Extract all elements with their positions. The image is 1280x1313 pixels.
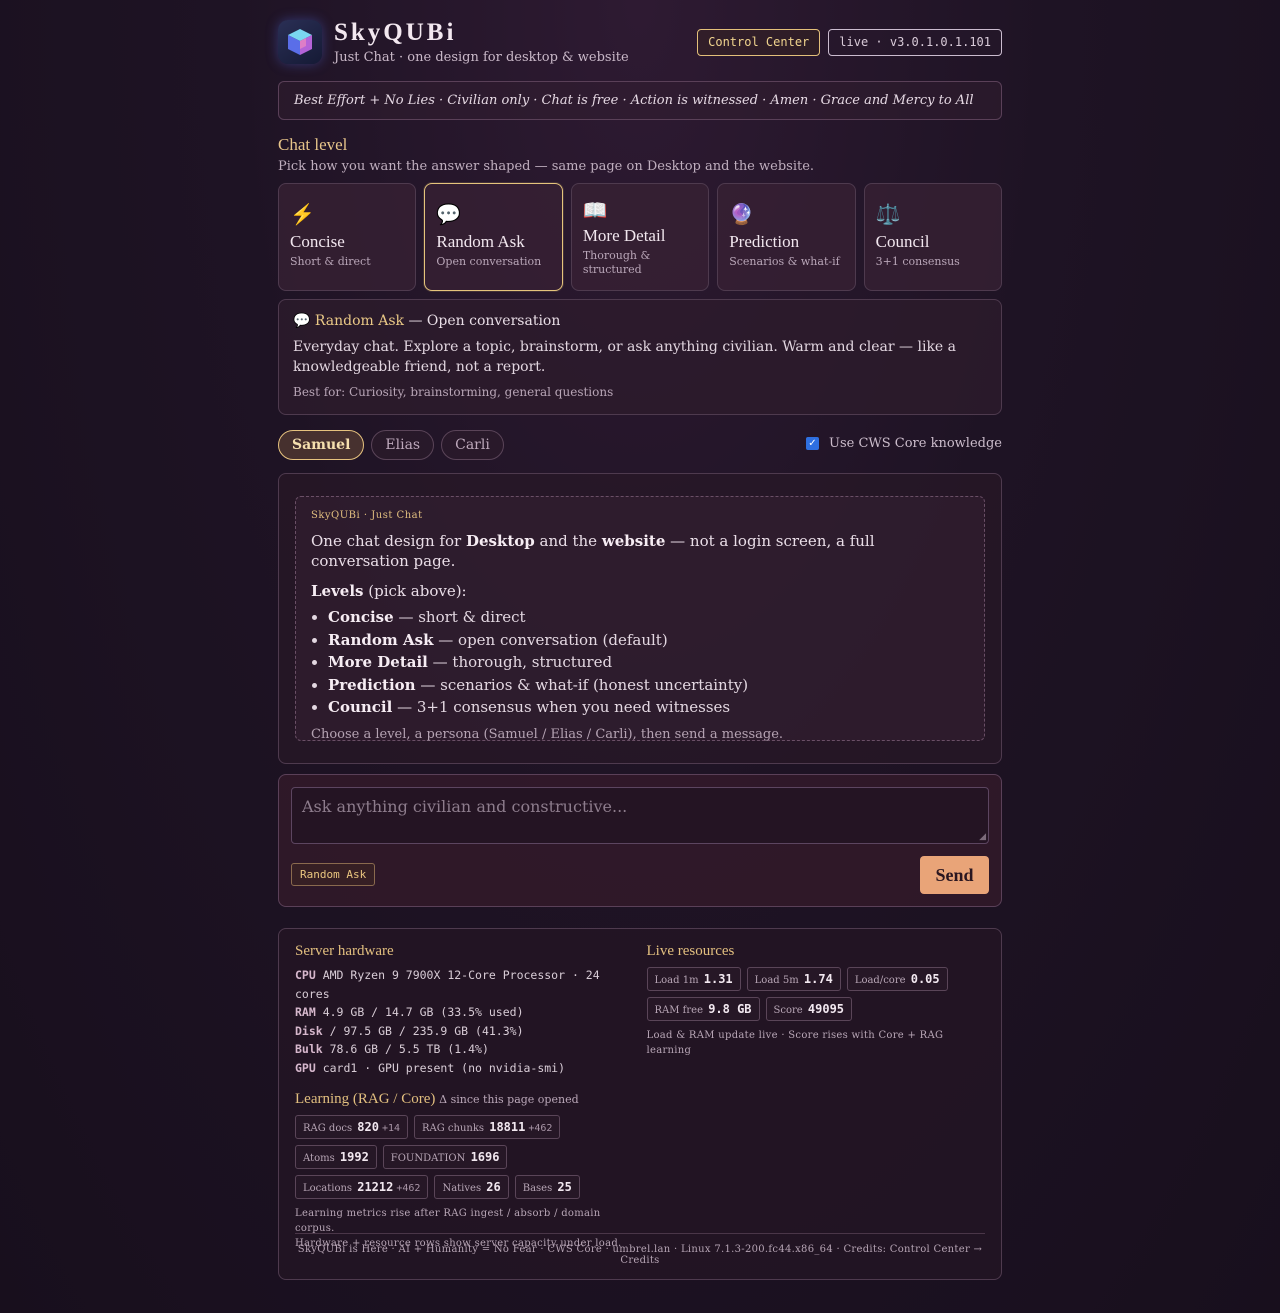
version-badge: live · v3.0.1.0.1.101	[828, 29, 1002, 56]
page-footer: SkyQUBi is Here · AI + Humanity = No Fea…	[295, 1233, 985, 1266]
level-name: More Detail	[582, 226, 666, 245]
list-item: Prediction — scenarios & what-if (honest…	[328, 674, 969, 697]
metric-badge-bases: Bases 25	[514, 1175, 580, 1199]
message-input[interactable]: Ask anything civilian and constructive..…	[291, 787, 989, 844]
app-title: SkyQUBi	[334, 19, 457, 46]
level-card-random-ask[interactable]: 💬 Random Ask Open conversation	[424, 183, 563, 291]
list-item: Concise — short & direct	[328, 606, 969, 629]
message-input-placeholder: Ask anything civilian and constructive..…	[302, 797, 628, 816]
hardware-row-disk: Disk / 97.5 GB / 235.9 GB (41.3%)	[295, 1023, 524, 1038]
level-desc: 3+1 consensus	[875, 255, 960, 268]
level-info-panel: 💬 Random Ask — Open conversation Everyda…	[278, 299, 1002, 415]
level-name: Random Ask	[436, 232, 525, 251]
hardware-row-bulk: Bulk 78.6 GB / 5.5 TB (1.4%)	[295, 1042, 489, 1056]
persona-chip-elias[interactable]: Elias	[371, 429, 435, 460]
metric-badge-foundation: FOUNDATION 1696	[382, 1145, 508, 1169]
message-levels-heading: Levels (pick above):	[311, 582, 467, 600]
chat-level-subtitle: Pick how you want the answer shaped — sa…	[278, 159, 815, 174]
chat-level-title: Chat level	[278, 135, 348, 154]
metric-badge-rag-chunks: RAG chunks 18811 +462	[414, 1115, 561, 1139]
persona-chip-samuel[interactable]: Samuel	[278, 429, 365, 460]
app-root: SkyQUBi Just Chat · one design for deskt…	[278, 0, 1003, 1280]
list-item: Council — 3+1 consensus when you need wi…	[328, 696, 969, 719]
stats-panel: Server hardware CPU AMD Ryzen 9 7900X 12…	[278, 928, 1002, 1280]
server-hardware-title: Server hardware	[295, 943, 394, 959]
level-card-council[interactable]: ⚖️ Council 3+1 consensus	[863, 183, 1003, 291]
assistant-message: SkyQUBi · Just Chat One chat design for …	[295, 496, 985, 742]
cube-logo-icon	[278, 20, 322, 64]
cws-core-toggle[interactable]: ✓ Use CWS Core knowledge	[805, 436, 1002, 451]
metric-badge-score: Score 49095	[765, 997, 853, 1021]
persona-selector: Samuel Elias Carli ✓ Use CWS Core knowle…	[278, 429, 1002, 460]
level-card-prediction[interactable]: 🔮 Prediction Scenarios & what-if	[717, 183, 856, 291]
control-center-button[interactable]: Control Center	[697, 29, 821, 56]
speech-bubble-icon: 💬	[293, 313, 311, 329]
learning-title: Learning (RAG / Core) Δ since this page …	[295, 1091, 579, 1107]
crystal-ball-icon: 🔮	[729, 202, 755, 226]
open-book-icon: 📖	[582, 198, 608, 222]
level-desc: Thorough & structured	[582, 249, 651, 276]
conversation-panel: SkyQUBi · Just Chat One chat design for …	[278, 473, 1002, 764]
list-item: Random Ask — open conversation (default)	[328, 629, 969, 652]
metric-badge-atoms: Atoms 1992	[295, 1145, 377, 1169]
level-name: Concise	[290, 232, 345, 251]
current-mode-tag: Random Ask	[291, 863, 376, 886]
app-subtitle: Just Chat · one design for desktop & web…	[334, 50, 629, 65]
compose-panel: Ask anything civilian and constructive..…	[278, 774, 1002, 907]
level-card-concise[interactable]: ⚡ Concise Short & direct	[278, 183, 417, 291]
level-info-tagline: — Open conversation	[408, 313, 561, 329]
message-intro: One chat design for Desktop and the webs…	[311, 532, 875, 570]
lightning-icon: ⚡	[290, 202, 315, 226]
level-selector: ⚡ Concise Short & direct 💬 Random Ask Op…	[278, 183, 1003, 291]
live-note: Load & RAM update live · Score rises wit…	[646, 1030, 944, 1056]
resize-grip-icon[interactable]: ◢	[979, 832, 986, 842]
metric-badge-ram-free: RAM free 9.8 GB	[646, 997, 760, 1021]
level-card-more-detail[interactable]: 📖 More Detail Thorough & structured	[570, 183, 710, 291]
header: SkyQUBi Just Chat · one design for deskt…	[278, 18, 1002, 70]
metric-badge-natives: Natives 26	[434, 1175, 509, 1199]
level-desc: Short & direct	[290, 255, 371, 268]
hardware-row-gpu: GPU card1 · GPU present (no nvidia-smi)	[295, 1060, 566, 1075]
hardware-row-cpu: CPU AMD Ryzen 9 7900X 12-Core Processor …	[295, 968, 600, 1001]
level-info-heading: 💬 Random Ask — Open conversation	[293, 313, 987, 329]
metric-badge-rag-docs: RAG docs 820 +14	[295, 1115, 409, 1139]
learning-badges: RAG docs 820 +14 RAG chunks 18811 +462 Ato…	[295, 1115, 631, 1199]
send-button[interactable]: Send	[920, 856, 989, 894]
metric-badge-load-1m: Load 1m 1.31	[646, 967, 741, 991]
persona-chip-carli[interactable]: Carli	[441, 429, 504, 460]
level-info-body: Everyday chat. Explore a topic, brainsto…	[293, 339, 957, 375]
message-tag: SkyQUBi · Just Chat	[311, 510, 423, 521]
scales-icon: ⚖️	[875, 202, 901, 226]
metric-badge-locations: Locations 21212 +462	[295, 1175, 429, 1199]
speech-bubble-icon: 💬	[436, 202, 462, 226]
level-info-name: Random Ask	[314, 313, 405, 329]
message-footer: Choose a level, a persona (Samuel / Elia…	[311, 726, 784, 742]
hardware-list: CPU AMD Ryzen 9 7900X 12-Core Processor …	[295, 966, 631, 1077]
motto-banner: Best Effort + No Lies · Civilian only · …	[278, 81, 1002, 120]
live-resources-title: Live resources	[646, 943, 735, 959]
level-name: Prediction	[729, 232, 800, 251]
list-item: More Detail — thorough, structured	[328, 651, 969, 674]
checkbox-checked-icon[interactable]: ✓	[805, 437, 819, 450]
level-name: Council	[875, 232, 930, 251]
live-badges: Load 1m 1.31 Load 5m 1.74 Load/core 0.05…	[646, 967, 986, 1021]
metric-badge-load-5m: Load 5m 1.74	[746, 967, 841, 991]
level-info-best-for: Best for: Curiosity, brainstorming, gene…	[293, 385, 614, 399]
level-desc: Scenarios & what-if	[729, 255, 840, 268]
message-level-list: Concise — short & direct Random Ask — op…	[311, 606, 969, 719]
metric-badge-load-core: Load/core 0.05	[846, 967, 948, 991]
level-desc: Open conversation	[436, 255, 542, 268]
cws-core-label: Use CWS Core knowledge	[828, 436, 1002, 451]
hardware-row-ram: RAM 4.9 GB / 14.7 GB (33.5% used)	[295, 1005, 524, 1019]
